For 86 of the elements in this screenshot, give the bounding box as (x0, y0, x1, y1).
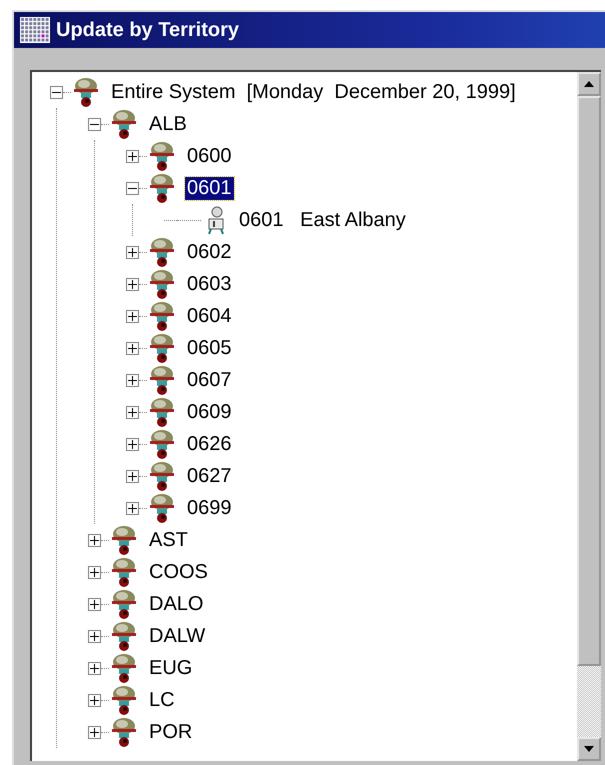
expand-button[interactable] (88, 566, 101, 578)
tree-item[interactable]: 0627 (185, 464, 234, 488)
expand-button[interactable] (126, 470, 139, 482)
plus-icon (128, 472, 137, 480)
globe-person-icon (147, 492, 177, 524)
expand-button[interactable] (126, 278, 139, 290)
tree-item[interactable]: POR (147, 720, 194, 744)
globe-person-icon (147, 332, 177, 364)
window-title: Update by Territory (56, 18, 239, 42)
plus-icon (90, 664, 99, 672)
scroll-down-button[interactable] (577, 737, 601, 761)
plus-icon (128, 152, 137, 160)
scroll-up-button[interactable] (577, 72, 601, 96)
scrollbar[interactable] (577, 72, 601, 761)
globe-person-icon (109, 652, 139, 684)
tree-item[interactable]: 0600 (185, 144, 234, 168)
tree-item[interactable]: 0699 (185, 496, 234, 520)
globe-person-icon (147, 236, 177, 268)
tree-item[interactable]: EUG (147, 656, 194, 680)
expand-button[interactable] (126, 246, 139, 258)
globe-person-icon (147, 460, 177, 492)
plus-icon (128, 408, 137, 416)
globe-person-icon (147, 268, 177, 300)
tree-item[interactable]: 0602 (185, 240, 234, 264)
globe-person-icon (147, 172, 177, 204)
expand-button[interactable] (88, 726, 101, 738)
tree-item[interactable]: 0605 (185, 336, 234, 360)
plus-icon (128, 280, 137, 288)
down-arrow-icon (584, 746, 594, 752)
plus-icon (128, 312, 137, 320)
tree-item[interactable]: 0601 East Albany (237, 208, 408, 232)
globe-person-icon (109, 620, 139, 652)
tree-item[interactable]: DALW (147, 624, 208, 648)
tree-item[interactable]: 0603 (185, 272, 234, 296)
plus-icon (128, 504, 137, 512)
expand-button[interactable] (88, 598, 101, 610)
globe-person-icon (109, 684, 139, 716)
expand-button[interactable] (88, 662, 101, 674)
collapse-button[interactable] (50, 86, 63, 98)
expand-button[interactable] (126, 438, 139, 450)
plus-icon (128, 248, 137, 256)
expand-button[interactable] (126, 150, 139, 162)
up-arrow-icon (584, 81, 594, 87)
globe-person-icon (147, 428, 177, 460)
globe-person-icon (109, 524, 139, 556)
expand-button[interactable] (126, 342, 139, 354)
tree-item[interactable]: ALB (147, 112, 189, 136)
tree-item[interactable]: AST (147, 528, 190, 552)
globe-person-icon (147, 364, 177, 396)
globe-person-icon (147, 300, 177, 332)
tree-item[interactable]: 0601 (185, 176, 234, 200)
tree-item[interactable]: COOS (147, 560, 210, 584)
tree-item[interactable]: LC (147, 688, 177, 712)
tree-item[interactable]: 0609 (185, 400, 234, 424)
tree-item[interactable]: 0607 (185, 368, 234, 392)
globe-person-icon (109, 716, 139, 748)
collapse-button[interactable] (126, 182, 139, 194)
expand-button[interactable] (88, 694, 101, 706)
plus-icon (128, 440, 137, 448)
expand-button[interactable] (126, 374, 139, 386)
tree-item[interactable]: 0604 (185, 304, 234, 328)
grid-icon (20, 17, 50, 43)
expand-button[interactable] (88, 534, 101, 546)
plus-icon (90, 568, 99, 576)
globe-person-icon (147, 140, 177, 172)
globe-person-icon (109, 588, 139, 620)
plus-icon (90, 600, 99, 608)
globe-person-icon (109, 556, 139, 588)
tree-item[interactable]: Entire System [Monday December 20, 1999] (109, 80, 518, 104)
expand-button[interactable] (126, 502, 139, 514)
plus-icon (90, 728, 99, 736)
tree-item[interactable]: DALO (147, 592, 206, 616)
collapse-button[interactable] (88, 118, 101, 130)
globe-person-icon (109, 108, 139, 140)
globe-person-icon (147, 396, 177, 428)
scroll-thumb[interactable] (577, 96, 601, 666)
plus-icon (90, 696, 99, 704)
plus-icon (128, 344, 137, 352)
expand-button[interactable] (88, 630, 101, 642)
tree-item[interactable]: 0626 (185, 432, 234, 456)
expand-button[interactable] (126, 310, 139, 322)
plus-icon (90, 536, 99, 544)
globe-person-icon (71, 76, 101, 108)
plus-icon (90, 632, 99, 640)
expand-button[interactable] (126, 406, 139, 418)
plus-icon (128, 376, 137, 384)
